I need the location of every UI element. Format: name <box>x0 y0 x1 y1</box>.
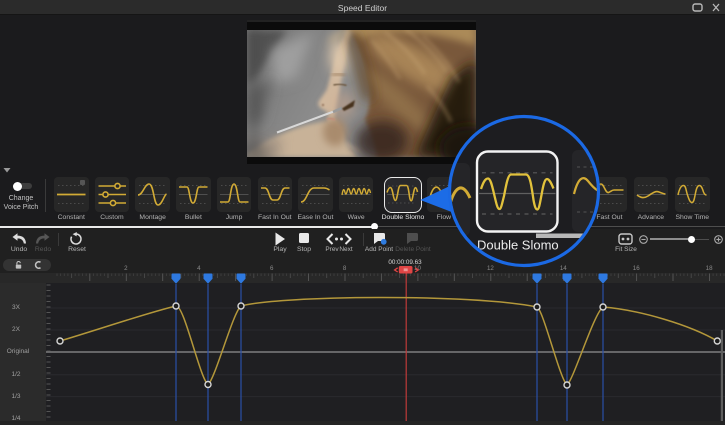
svg-text:Double Slomo: Double Slomo <box>477 238 559 253</box>
